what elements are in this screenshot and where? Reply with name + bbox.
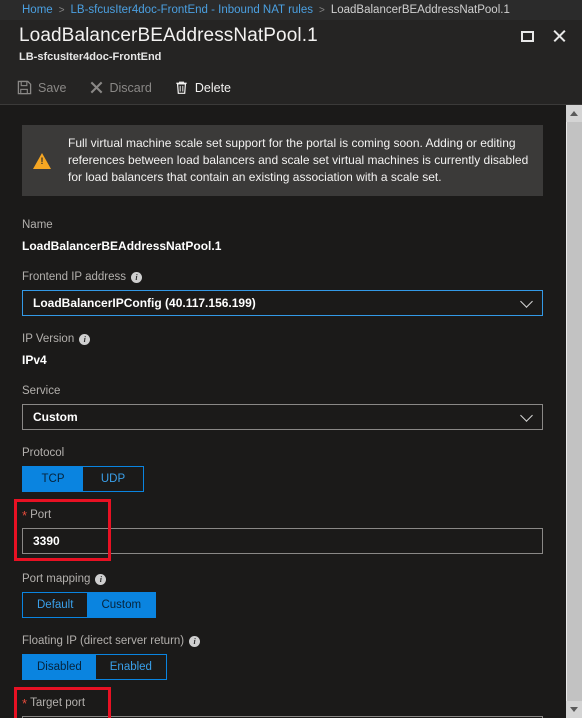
port-label-text: Port <box>30 509 52 521</box>
close-icon <box>552 29 566 43</box>
discard-label: Discard <box>109 80 152 95</box>
close-blade-button[interactable] <box>550 27 568 45</box>
floating-ip-label-text: Floating IP (direct server return) <box>22 635 185 647</box>
warning-icon-cell <box>22 125 62 196</box>
required-asterisk: * <box>22 695 28 711</box>
port-input[interactable]: 3390 <box>22 528 543 554</box>
warning-banner: Full virtual machine scale set support f… <box>22 125 543 196</box>
field-floating-ip: Floating IP (direct server return) i Dis… <box>22 634 543 680</box>
port-label: * Port <box>22 508 543 523</box>
restore-window-icon <box>520 30 534 42</box>
scroll-up-button[interactable] <box>565 105 582 122</box>
delete-button[interactable]: Delete <box>174 71 243 104</box>
frontend-ip-label-text: Frontend IP address <box>22 271 126 283</box>
page-title: LoadBalancerBEAddressNatPool.1 <box>19 25 318 46</box>
floating-ip-label: Floating IP (direct server return) i <box>22 634 543 649</box>
protocol-label: Protocol <box>22 446 543 461</box>
ip-version-label-text: IP Version <box>22 333 75 345</box>
protocol-option-udp[interactable]: UDP <box>83 467 143 491</box>
warning-triangle-icon <box>33 152 51 169</box>
warning-text: Full virtual machine scale set support f… <box>68 136 529 184</box>
name-value: LoadBalancerBEAddressNatPool.1 <box>22 239 222 253</box>
service-label: Service <box>22 384 543 399</box>
info-icon[interactable]: i <box>131 272 142 283</box>
name-label: Name <box>22 218 543 233</box>
protocol-toggle-group: TCP UDP <box>22 466 144 492</box>
frontend-ip-label: Frontend IP address i <box>22 270 543 285</box>
discard-icon <box>90 81 102 94</box>
frontend-ip-select[interactable]: LoadBalancerIPConfig (40.117.156.199) <box>22 290 543 316</box>
port-mapping-toggle-group: Default Custom <box>22 592 157 618</box>
scroll-down-button[interactable] <box>565 701 582 718</box>
service-value: Custom <box>33 410 78 424</box>
title-row: LoadBalancerBEAddressNatPool.1 <box>0 24 582 48</box>
save-label: Save <box>38 80 67 95</box>
blade-header: LoadBalancerBEAddressNatPool.1 LB-sfcusI… <box>0 20 582 71</box>
breadcrumb-separator: > <box>58 4 65 16</box>
target-port-label-text: Target port <box>30 697 86 709</box>
service-label-text: Service <box>22 385 61 397</box>
name-label-text: Name <box>22 219 53 231</box>
info-icon[interactable]: i <box>95 574 107 585</box>
floating-ip-option-disabled[interactable]: Disabled <box>23 655 96 679</box>
chevron-down-icon <box>520 294 533 308</box>
command-bar: Save Discard Delete <box>0 71 582 105</box>
info-icon[interactable]: i <box>79 334 91 345</box>
field-ip-version: IP Version i IPv4 <box>22 332 543 368</box>
field-target-port: * Target port 3389 <box>14 687 543 718</box>
breadcrumb-item-current: LoadBalancerBEAddressNatPool.1 <box>330 4 510 16</box>
breadcrumb-item-inbound-nat-rules[interactable]: LB-sfcusIter4doc-FrontEnd - Inbound NAT … <box>71 4 313 16</box>
field-frontend-ip: Frontend IP address i LoadBalancerIPConf… <box>22 270 543 316</box>
port-value: 3390 <box>33 534 60 548</box>
field-port-mapping: Port mapping i Default Custom <box>22 572 543 618</box>
scroll-up-arrow-icon <box>570 111 578 116</box>
field-service: Service Custom <box>22 384 543 430</box>
scroll-down-arrow-icon <box>570 707 578 712</box>
required-asterisk: * <box>22 507 28 523</box>
port-mapping-option-default[interactable]: Default <box>23 593 88 617</box>
window-buttons <box>518 24 572 45</box>
save-icon <box>17 80 32 95</box>
restore-window-button[interactable] <box>518 27 536 45</box>
port-mapping-label: Port mapping i <box>22 572 543 587</box>
protocol-option-tcp[interactable]: TCP <box>23 467 83 491</box>
service-select[interactable]: Custom <box>22 404 543 430</box>
delete-label: Delete <box>194 80 232 95</box>
form-content: Full virtual machine scale set support f… <box>0 105 565 718</box>
blade-body: Full virtual machine scale set support f… <box>0 105 582 718</box>
info-icon[interactable]: i <box>189 636 201 647</box>
breadcrumb-separator: > <box>319 4 325 16</box>
trash-icon <box>176 81 187 94</box>
save-button[interactable]: Save <box>17 71 79 104</box>
discard-button[interactable]: Discard <box>89 71 164 104</box>
scrollbar-track[interactable] <box>565 122 582 701</box>
frontend-ip-value: LoadBalancerIPConfig (40.117.156.199) <box>33 296 256 310</box>
port-mapping-option-custom[interactable]: Custom <box>87 593 156 617</box>
breadcrumb: Home > LB-sfcusIter4doc-FrontEnd - Inbou… <box>0 0 582 20</box>
floating-ip-option-enabled[interactable]: Enabled <box>95 655 166 679</box>
target-port-label: * Target port <box>22 696 543 711</box>
chevron-down-icon <box>520 408 533 422</box>
field-name: Name LoadBalancerBEAddressNatPool.1 <box>22 218 543 254</box>
port-mapping-label-text: Port mapping <box>22 573 91 585</box>
ip-version-value: IPv4 <box>22 353 47 367</box>
ip-version-label: IP Version i <box>22 332 543 347</box>
blade-panel: Home > LB-sfcusIter4doc-FrontEnd - Inbou… <box>0 0 582 718</box>
vertical-scrollbar[interactable] <box>565 105 582 718</box>
field-port: * Port 3390 <box>14 499 543 561</box>
field-protocol: Protocol TCP UDP <box>22 446 543 492</box>
scrollbar-thumb[interactable] <box>566 122 582 701</box>
floating-ip-toggle-group: Disabled Enabled <box>22 654 167 680</box>
page-subtitle: LB-sfcusIter4doc-FrontEnd <box>19 51 162 63</box>
breadcrumb-item-home[interactable]: Home <box>22 4 53 16</box>
protocol-label-text: Protocol <box>22 447 65 459</box>
